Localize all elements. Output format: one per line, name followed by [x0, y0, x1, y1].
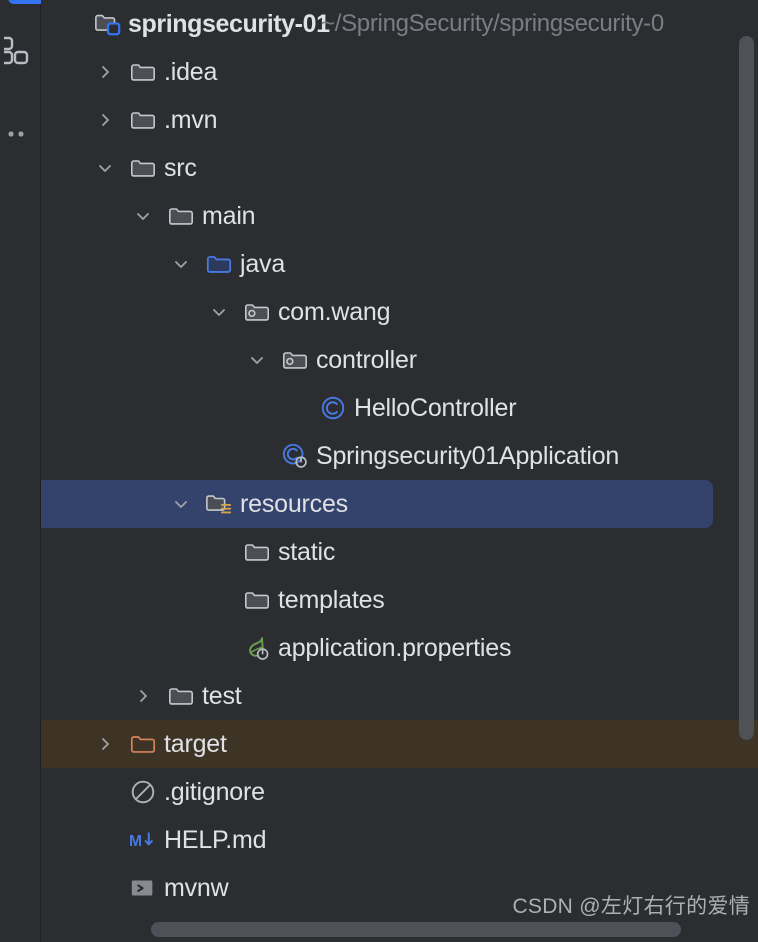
- spring-boot-class-icon: [281, 442, 309, 470]
- tree-row[interactable]: resources: [41, 480, 713, 528]
- folder-icon: [129, 58, 157, 86]
- tree-expand-arrow[interactable]: [95, 62, 115, 82]
- spring-properties-icon: [243, 634, 271, 662]
- tree-row-label: target: [164, 730, 227, 758]
- resource-root-folder-icon: [205, 490, 233, 518]
- tree-row[interactable]: M HELP.md: [41, 816, 758, 864]
- tree-row-label: com.wang: [278, 298, 391, 326]
- tree-row[interactable]: controller: [41, 336, 758, 384]
- source-root-folder-icon: [205, 250, 233, 278]
- tree-row-label: resources: [240, 490, 348, 518]
- tree-expand-arrow[interactable]: [171, 494, 191, 514]
- svg-text:M: M: [129, 833, 142, 850]
- tree-expand-arrow[interactable]: [133, 206, 153, 226]
- folder-icon: [167, 202, 195, 230]
- project-tool-window: springsecurity-01 ~/SpringSecurity/spring…: [0, 0, 758, 942]
- tree-row-label: controller: [316, 346, 417, 374]
- tree-row-label: .idea: [164, 58, 218, 86]
- tree-row[interactable]: test: [41, 672, 758, 720]
- folder-icon: [129, 154, 157, 182]
- folder-icon: [243, 586, 271, 614]
- excluded-folder-icon: [129, 730, 157, 758]
- tree-row[interactable]: .mvn: [41, 96, 758, 144]
- tree-row[interactable]: main: [41, 192, 758, 240]
- module-folder-icon: [94, 10, 122, 38]
- project-root-path: ~/SpringSecurity/springsecurity-0: [321, 10, 664, 37]
- tree-row[interactable]: static: [41, 528, 758, 576]
- tree-row-label: static: [278, 538, 336, 566]
- project-tree[interactable]: springsecurity-01 ~/SpringSecurity/spring…: [41, 0, 758, 912]
- tree-row[interactable]: mvnw: [41, 864, 758, 912]
- tree-expand-arrow[interactable]: [247, 350, 267, 370]
- tree-row[interactable]: .idea: [41, 48, 758, 96]
- shell-script-icon: [129, 874, 157, 902]
- tree-row-label: .mvn: [164, 106, 218, 134]
- tree-row-root[interactable]: springsecurity-01 ~/SpringSecurity/spring…: [41, 0, 758, 48]
- tree-row-label: main: [202, 202, 256, 230]
- tree-row-label: HELP.md: [164, 826, 267, 854]
- project-tree-panel[interactable]: springsecurity-01 ~/SpringSecurity/spring…: [41, 0, 758, 942]
- tree-row[interactable]: HelloController: [41, 384, 758, 432]
- tree-row-label: application.properties: [278, 634, 512, 662]
- tree-row-label: .gitignore: [164, 778, 265, 806]
- project-structure-icon[interactable]: [2, 34, 36, 68]
- tree-row[interactable]: java: [41, 240, 758, 288]
- tree-row-label: src: [164, 154, 197, 182]
- tree-row[interactable]: src: [41, 144, 758, 192]
- tree-expand-arrow[interactable]: [133, 686, 153, 706]
- package-icon: [243, 298, 271, 326]
- folder-icon: [167, 682, 195, 710]
- tree-expand-arrow[interactable]: [95, 734, 115, 754]
- folder-icon: [129, 106, 157, 134]
- package-icon: [281, 346, 309, 374]
- tree-row[interactable]: application.properties: [41, 624, 758, 672]
- tree-row-label: Springsecurity01Application: [316, 442, 620, 470]
- tree-expand-arrow[interactable]: [95, 158, 115, 178]
- more-options-icon[interactable]: [2, 117, 36, 151]
- tree-expand-arrow[interactable]: [95, 110, 115, 130]
- tree-row[interactable]: com.wang: [41, 288, 758, 336]
- tree-row[interactable]: .gitignore: [41, 768, 758, 816]
- tree-row-label: HelloController: [354, 394, 517, 422]
- vertical-scrollbar[interactable]: [739, 36, 754, 740]
- tree-expand-arrow[interactable]: [209, 302, 229, 322]
- folder-icon: [243, 538, 271, 566]
- gitignore-icon: [129, 778, 157, 806]
- tree-row[interactable]: Springsecurity01Application: [41, 432, 758, 480]
- project-root-label: springsecurity-01: [128, 10, 330, 38]
- tool-window-stripe: [0, 0, 46, 942]
- tree-expand-arrow[interactable]: [171, 254, 191, 274]
- tree-row[interactable]: templates: [41, 576, 758, 624]
- tree-row-label: java: [240, 250, 286, 278]
- java-class-icon: [319, 394, 347, 422]
- markdown-icon: M: [129, 826, 157, 854]
- tree-row-label: mvnw: [164, 874, 229, 902]
- tree-row-label: test: [202, 682, 242, 710]
- tree-row[interactable]: target: [41, 720, 758, 768]
- horizontal-scrollbar[interactable]: [151, 922, 681, 937]
- tree-row-label: templates: [278, 586, 385, 614]
